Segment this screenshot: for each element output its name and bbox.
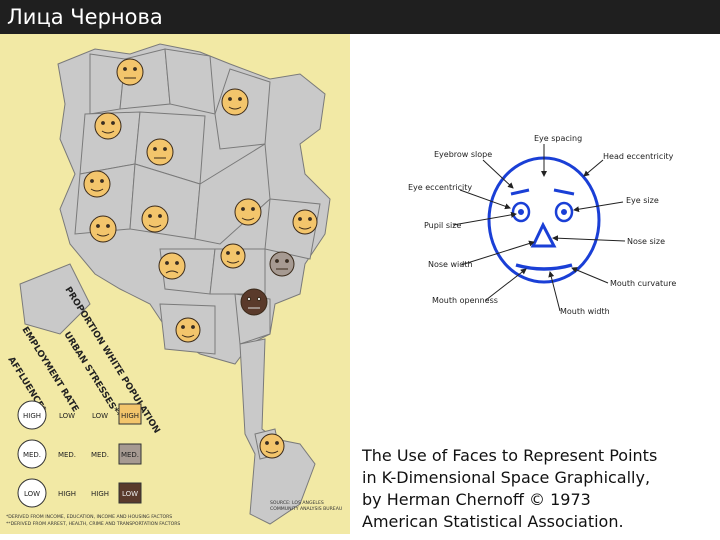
label-mouth-curvature: Mouth curvature bbox=[610, 279, 676, 288]
diagram-face bbox=[487, 156, 601, 284]
legend-eyes-3: HIGH bbox=[91, 490, 109, 498]
face-12 bbox=[269, 251, 295, 277]
slide-title: Лица Чернова bbox=[7, 5, 163, 29]
legend-face-2: MED. bbox=[23, 451, 41, 459]
caption-line-1: The Use of Faces to Represent Points bbox=[362, 446, 658, 465]
label-eye-spacing: Eye spacing bbox=[534, 134, 582, 143]
legend-face-1: HIGH bbox=[23, 412, 41, 420]
source-line-1: SOURCE: LOS ANGELES bbox=[270, 500, 324, 506]
footnote-1: *DERIVED FROM INCOME, EDUCATION, INCOME … bbox=[6, 514, 172, 520]
left-pupil bbox=[518, 209, 524, 215]
image-caption: The Use of Faces to Represent Points in … bbox=[362, 445, 712, 533]
legend-color-3: LOW bbox=[122, 490, 138, 498]
face-10 bbox=[220, 243, 246, 269]
label-pupil-size: Pupil size bbox=[424, 221, 461, 230]
face-14 bbox=[175, 317, 201, 343]
face-7 bbox=[141, 205, 169, 233]
source-line-2: COMMUNITY ANALYSIS BUREAU bbox=[270, 506, 342, 512]
caption-line-2: in K-Dimensional Space Graphically, bbox=[362, 468, 651, 487]
footnote-2: **DERIVED FROM ARREST, HEALTH, CRIME AND… bbox=[6, 521, 180, 527]
label-nose-size: Nose size bbox=[627, 237, 665, 246]
legend-mouth-1: LOW bbox=[59, 412, 75, 420]
right-eyebrow bbox=[553, 188, 575, 196]
legend-eyes-1: LOW bbox=[92, 412, 108, 420]
label-nose-width: Nose width bbox=[428, 260, 473, 269]
face-11 bbox=[158, 252, 186, 280]
legend-color-2: MED. bbox=[121, 451, 139, 459]
face-6 bbox=[234, 198, 262, 226]
legend-mouth-2: MED. bbox=[58, 451, 76, 459]
label-mouth-openness: Mouth openness bbox=[432, 296, 498, 305]
right-pupil bbox=[561, 209, 567, 215]
caption-line-4: American Statistical Association. bbox=[362, 512, 624, 531]
face-1 bbox=[116, 58, 144, 86]
face-3 bbox=[94, 112, 122, 140]
face-2 bbox=[221, 88, 249, 116]
legend-color-1: HIGH bbox=[121, 412, 139, 420]
face-5 bbox=[83, 170, 111, 198]
chernoff-face-diagram: Eye spacing Eyebrow slope Head eccentric… bbox=[398, 128, 698, 328]
legend-eyes-2: MED. bbox=[91, 451, 109, 459]
face-8 bbox=[292, 209, 318, 235]
legend-face-3: LOW bbox=[24, 490, 40, 498]
face-13 bbox=[240, 288, 268, 316]
mouth bbox=[515, 263, 573, 271]
face-15 bbox=[259, 433, 285, 459]
label-head-eccentricity: Head eccentricity bbox=[603, 152, 674, 161]
title-bar: Лица Чернова bbox=[0, 0, 720, 34]
label-mouth-width: Mouth width bbox=[560, 307, 610, 316]
chernoff-map-image: PROPORTION WHITE POPULATION URBAN STRESS… bbox=[0, 34, 350, 534]
face-diagram-svg: Eye spacing Eyebrow slope Head eccentric… bbox=[408, 134, 676, 316]
label-eye-eccentricity: Eye eccentricity bbox=[408, 183, 472, 192]
nose bbox=[530, 221, 557, 248]
face-9 bbox=[89, 215, 117, 243]
left-eyebrow bbox=[510, 188, 530, 196]
face-4 bbox=[146, 138, 174, 166]
los-angeles-map: PROPORTION WHITE POPULATION URBAN STRESS… bbox=[5, 43, 342, 527]
label-eyebrow-slope: Eyebrow slope bbox=[434, 150, 492, 159]
label-eye-size: Eye size bbox=[626, 196, 659, 205]
legend-mouth-3: HIGH bbox=[58, 490, 76, 498]
caption-line-3: by Herman Chernoff © 1973 bbox=[362, 490, 591, 509]
